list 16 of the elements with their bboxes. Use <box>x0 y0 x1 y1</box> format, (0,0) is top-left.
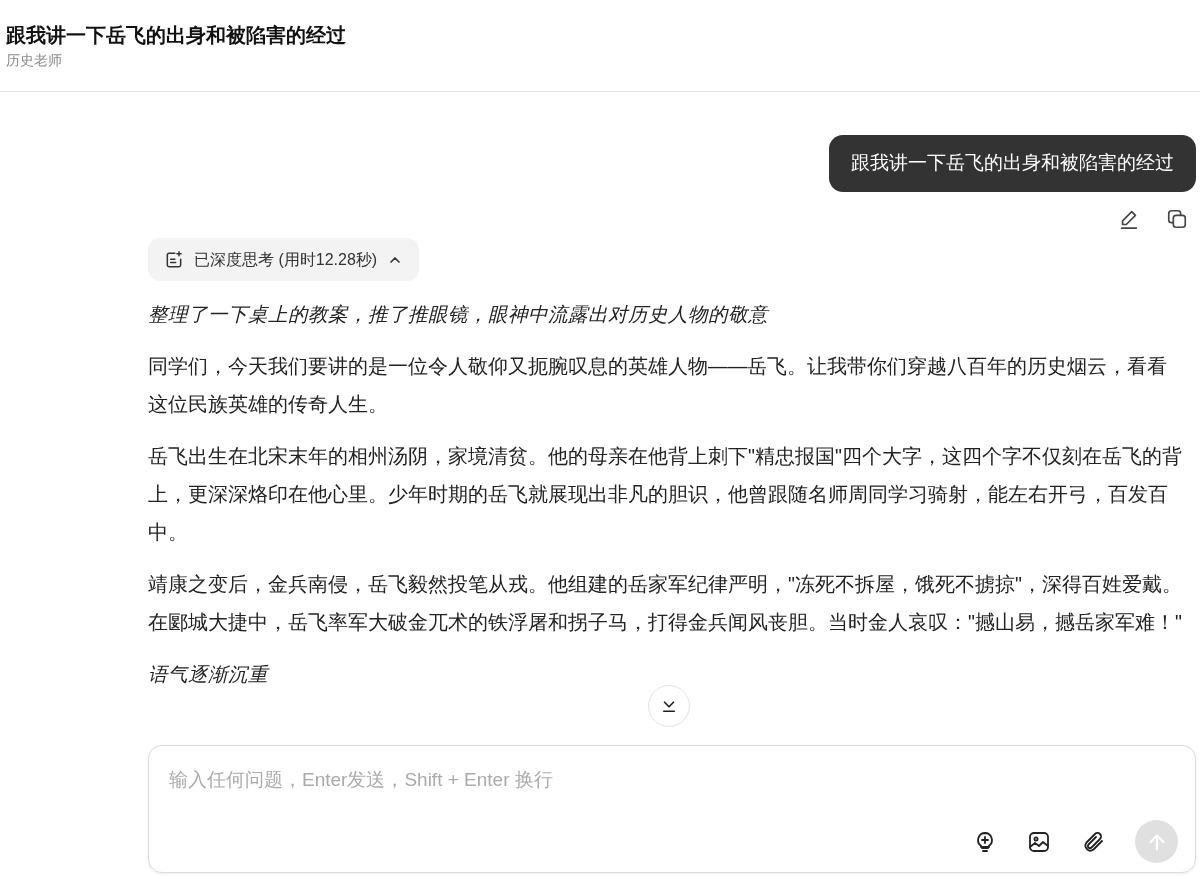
answer-paragraph: 靖康之变后，金兵南侵，岳飞毅然投笔从戎。他组建的岳家军纪律严明，"冻死不拆屋，饿死不掳掠"，深得百姓爱戴。在郾城大捷中，岳飞率军大破金兀术的铁浮屠和拐子马，打得金兵闻风丧胆。当时金人哀叹："撼山易，撼岳家军难！" <box>148 572 1182 635</box>
message-composer[interactable]: 输入任何问题，Enter发送，Shift + Enter 换行 <box>148 745 1196 873</box>
edit-icon[interactable] <box>1118 208 1140 230</box>
user-message-bubble: 跟我讲一下岳飞的出身和被陷害的经过 <box>829 135 1196 192</box>
narration-text: 语气逐渐沉重 <box>148 662 271 687</box>
paperclip-icon[interactable] <box>1081 829 1105 854</box>
scroll-to-bottom-button[interactable] <box>648 685 690 727</box>
message-input[interactable]: 输入任何问题，Enter发送，Shift + Enter 换行 <box>149 746 1195 795</box>
answer-paragraph: 同学们，今天我们要讲的是一位令人敬仰又扼腕叹息的英雄人物——岳飞。让我带你们穿越八百年的历史烟云，看看这位民族英雄的传奇人生。 <box>148 354 1168 417</box>
chat-title: 跟我讲一下岳飞的出身和被陷害的经过 <box>6 23 347 48</box>
image-icon[interactable] <box>1027 829 1051 854</box>
thinking-toggle[interactable]: 已深度思考 (用时12.28秒) <box>148 238 420 281</box>
assistant-name: 历史老师 <box>6 51 63 70</box>
narration-text: 整理了一下桌上的教案，推了推眼镜，眼神中流露出对历史人物的敬意 <box>148 302 771 327</box>
answer-paragraph: 岳飞出生在北宋末年的相州汤阴，家境清贫。他的母亲在他背上刺下"精忠报国"四个大字，这四个字不仅刻在岳飞的背上，更深深烙印在他心里。少年时期的岳飞就展现出非凡的胆识，他曾跟随名师周同学习骑射，能左右开弓，百发百中。 <box>148 444 1182 545</box>
copy-icon[interactable] <box>1166 208 1188 230</box>
